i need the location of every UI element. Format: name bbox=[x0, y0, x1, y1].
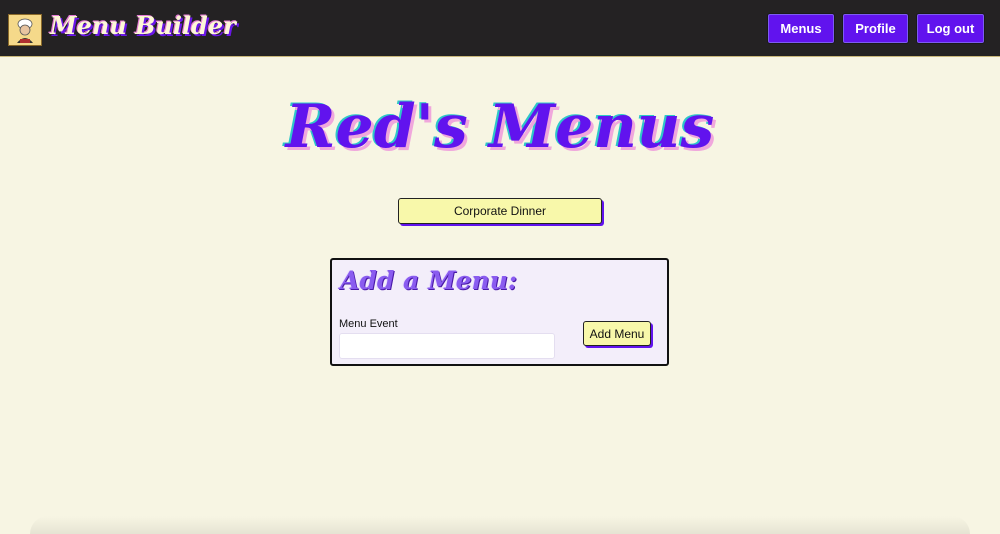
nav-menus-button[interactable]: Menus bbox=[767, 13, 835, 44]
add-menu-button[interactable]: Add Menu bbox=[583, 321, 651, 346]
top-navbar: Menu Builder Menus Profile Log out bbox=[0, 0, 1000, 57]
app-brand[interactable]: Menu Builder bbox=[50, 11, 236, 40]
chef-avatar-icon[interactable] bbox=[8, 14, 42, 46]
menu-item-button[interactable]: Corporate Dinner bbox=[398, 198, 602, 224]
nav-profile-button[interactable]: Profile bbox=[842, 13, 909, 44]
logout-button[interactable]: Log out bbox=[916, 13, 985, 44]
add-menu-heading: Add a Menu: bbox=[340, 266, 518, 295]
page-title: Red's Menus bbox=[285, 92, 715, 162]
menu-event-input[interactable] bbox=[339, 333, 555, 359]
add-menu-card: Add a Menu: Menu Event Add Menu bbox=[330, 258, 669, 366]
footer-shadow bbox=[30, 516, 970, 534]
menu-event-label: Menu Event bbox=[339, 318, 398, 330]
